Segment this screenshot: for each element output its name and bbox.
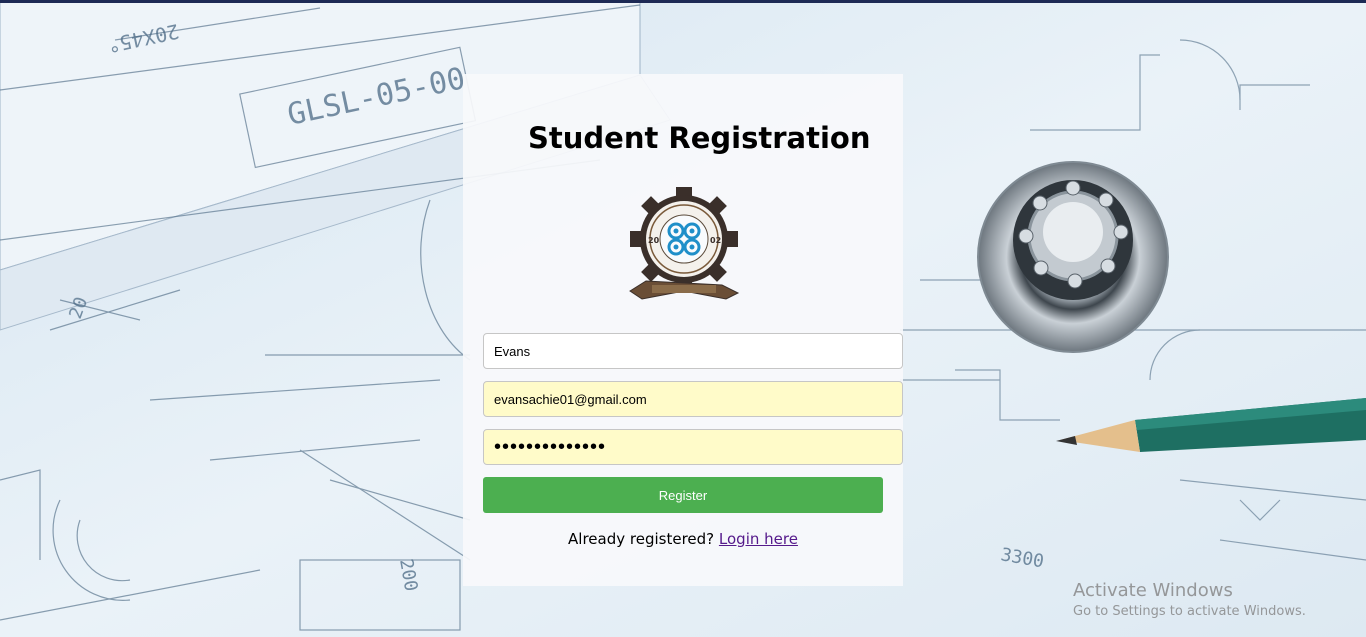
name-field[interactable] xyxy=(483,333,903,369)
top-accent-bar xyxy=(0,0,1366,3)
login-prompt: Already registered? Login here xyxy=(463,530,903,548)
registration-page: GLSL-05-00 20X45° 20 200 3300 Student Re… xyxy=(0,0,1366,637)
page-title: Student Registration xyxy=(528,121,871,155)
logo-year-left: 20 xyxy=(648,236,660,245)
login-prompt-text: Already registered? xyxy=(568,530,715,548)
logo-year-right: 02 xyxy=(710,236,721,245)
watermark-title: Activate Windows xyxy=(1073,580,1233,601)
watermark-subtitle: Go to Settings to activate Windows. xyxy=(1073,604,1306,619)
university-logo: 20 02 xyxy=(629,187,740,300)
login-link[interactable]: Login here xyxy=(719,530,798,548)
password-field[interactable] xyxy=(483,429,903,465)
email-field[interactable] xyxy=(483,381,903,417)
windows-activation-watermark: Activate Windows Go to Settings to activ… xyxy=(1073,580,1306,622)
register-button[interactable]: Register xyxy=(483,477,883,513)
